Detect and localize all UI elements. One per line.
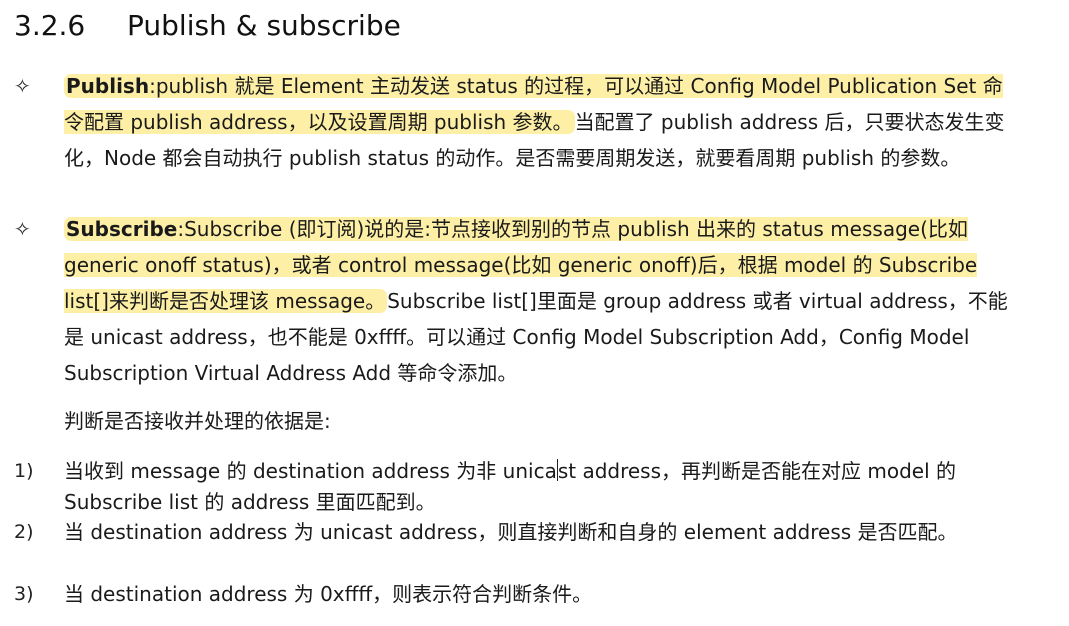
document-page: 3.2.6 Publish & subscribe ✧ Publish:publi…: [0, 0, 1069, 626]
diamond-bullet-icon: ✧: [14, 217, 31, 241]
section-number: 3.2.6: [14, 9, 86, 42]
subscribe-paragraph: Subscribe:Subscribe (即订阅)说的是:节点接收到别的节点 p…: [64, 211, 1009, 391]
diamond-bullet-icon: ✧: [14, 74, 31, 98]
list-number: 3): [14, 583, 34, 605]
publish-term: Publish: [66, 74, 150, 98]
list-item-text: 当 destination address 为 unicast address，…: [64, 520, 958, 544]
list-number: 1): [14, 460, 34, 482]
subscribe-term: Subscribe: [66, 217, 178, 241]
list-item-text: 当收到 message 的 destination address 为非 uni…: [64, 459, 957, 514]
list-number: 2): [14, 521, 34, 543]
list-item-text: 当 destination address 为 0xffff，则表示符合判断条件…: [64, 582, 593, 606]
section-heading: 3.2.6 Publish & subscribe: [14, 8, 401, 44]
criteria-intro: 判断是否接收并处理的依据是:: [64, 409, 331, 433]
publish-paragraph: Publish:publish 就是 Element 主动发送 status 的…: [64, 68, 1009, 176]
section-title: Publish & subscribe: [127, 9, 401, 42]
